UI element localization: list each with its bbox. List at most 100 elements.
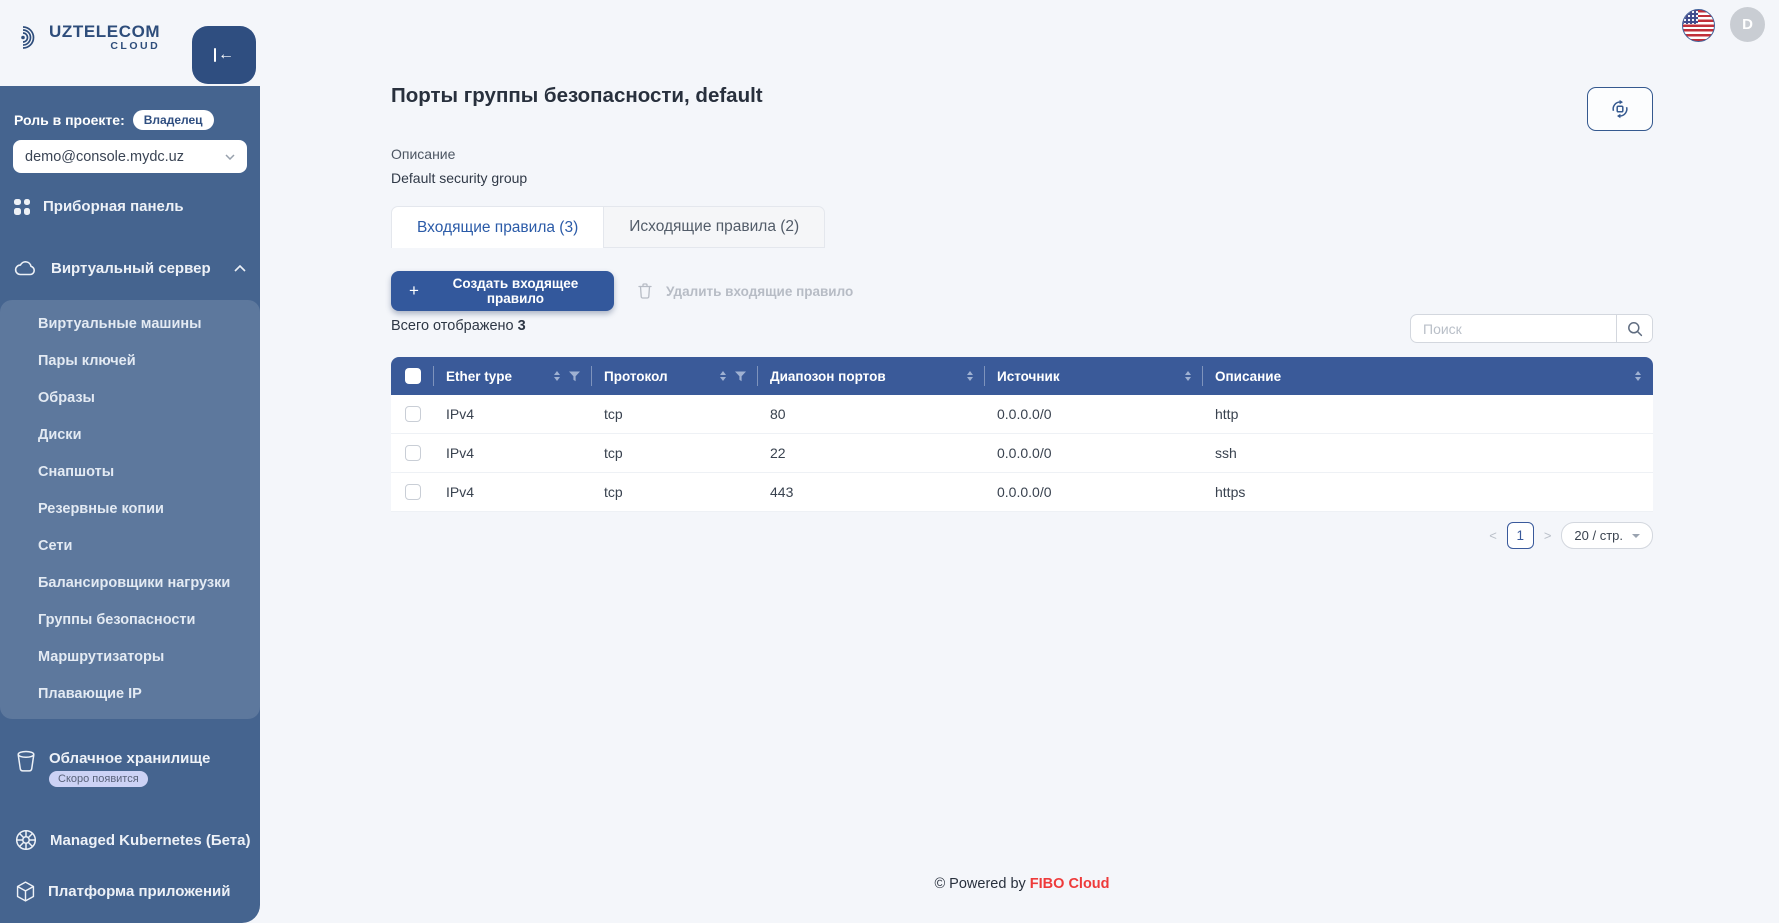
sidebar-item-label: Платформа приложений (48, 883, 230, 900)
page-title: Порты группы безопасности, default (391, 84, 763, 108)
tab-incoming-rules[interactable]: Входящие правила (3) (391, 206, 604, 248)
filter-icon[interactable] (569, 371, 580, 382)
refresh-button[interactable] (1587, 87, 1653, 131)
plus-icon: + (409, 281, 419, 301)
rules-tabs: Входящие правила (3) Исходящие правила (… (391, 206, 825, 248)
table-row: IPv4 tcp 80 0.0.0.0/0 http (391, 395, 1653, 434)
uztelecom-logo: UZTELECOM CLOUD (16, 22, 160, 52)
cell-source: 0.0.0.0/0 (985, 434, 1203, 472)
project-role-row: Роль в проекте: Владелец (14, 110, 214, 130)
role-badge: Владелец (133, 110, 214, 130)
brand-name: UZTELECOM (49, 22, 160, 42)
sidebar-item-images[interactable]: Образы (0, 380, 260, 417)
sidebar-item-load-balancers[interactable]: Балансировщики нагрузки (0, 565, 260, 602)
tab-outgoing-rules[interactable]: Исходящие правила (2) (604, 206, 825, 248)
sidebar-item-backups[interactable]: Резервные копии (0, 491, 260, 528)
refresh-icon (1608, 97, 1632, 121)
sort-icon[interactable] (967, 371, 973, 382)
logo-area: UZTELECOM CLOUD ← (0, 0, 260, 86)
table-row: IPv4 tcp 22 0.0.0.0/0 ssh (391, 434, 1653, 473)
sidebar-item-kubernetes[interactable]: Managed Kubernetes (Бета) (14, 828, 250, 852)
role-label: Роль в проекте: (14, 112, 125, 128)
row-checkbox[interactable] (405, 406, 421, 422)
pagination-next-icon[interactable]: > (1544, 528, 1552, 543)
cell-protocol: tcp (592, 395, 758, 433)
cell-port-range: 80 (758, 395, 985, 433)
cell-description: ssh (1203, 434, 1653, 472)
select-all-checkbox[interactable] (405, 368, 421, 384)
column-description: Описание (1215, 369, 1281, 384)
chevron-up-icon (234, 265, 246, 272)
trash-icon (638, 283, 652, 299)
search-button[interactable] (1616, 315, 1652, 342)
footer: © Powered by FIBO Cloud (391, 876, 1653, 892)
sidebar-item-networks[interactable]: Сети (0, 528, 260, 565)
column-ether-type: Ether type (446, 369, 512, 384)
sidebar-item-label: Облачное хранилище (49, 750, 210, 767)
dashboard-grid-icon (14, 199, 30, 215)
collapse-icon: ← (214, 47, 234, 63)
sidebar-item-floating-ip[interactable]: Плавающие IP (0, 676, 260, 713)
cell-ether-type: IPv4 (434, 434, 592, 472)
pagination-prev-icon[interactable]: < (1489, 528, 1497, 543)
cell-port-range: 22 (758, 434, 985, 472)
sort-icon[interactable] (720, 371, 726, 382)
column-port-range: Диапозон портов (770, 369, 886, 384)
sidebar-item-disks[interactable]: Диски (0, 417, 260, 454)
column-protocol: Протокол (604, 369, 668, 384)
cell-port-range: 443 (758, 473, 985, 511)
cell-ether-type: IPv4 (434, 395, 592, 433)
coming-soon-badge: Скоро появится (49, 771, 148, 787)
sidebar-item-app-platform[interactable]: Платформа приложений (15, 880, 230, 903)
rules-table: Ether type Протокол Диапозон портов Исто… (391, 357, 1653, 512)
filter-icon[interactable] (735, 371, 746, 382)
cell-ether-type: IPv4 (434, 473, 592, 511)
kubernetes-wheel-icon (14, 828, 38, 852)
total-shown: Всего отображено 3 (391, 318, 526, 334)
cell-description: http (1203, 395, 1653, 433)
cube-icon (15, 880, 36, 903)
description-label: Описание (391, 146, 455, 162)
cell-source: 0.0.0.0/0 (985, 395, 1203, 433)
sidebar-item-virtual-server[interactable]: Виртуальный сервер (14, 260, 246, 277)
sidebar-item-cloud-storage[interactable]: Облачное хранилище Скоро появится (16, 750, 210, 787)
row-checkbox[interactable] (405, 445, 421, 461)
sidebar-item-snapshots[interactable]: Снапшоты (0, 454, 260, 491)
cell-description: https (1203, 473, 1653, 511)
pagination-page-1[interactable]: 1 (1507, 522, 1534, 549)
sidebar-item-label: Приборная панель (43, 198, 184, 215)
chevron-down-icon (225, 154, 235, 160)
footer-text: © Powered by (934, 876, 1029, 892)
soundwave-logo-icon (16, 24, 43, 51)
sidebar-item-label: Managed Kubernetes (Бета) (50, 832, 250, 849)
row-checkbox[interactable] (405, 484, 421, 500)
footer-brand-link[interactable]: FIBO Cloud (1030, 876, 1110, 892)
sidebar-item-virtual-machines[interactable]: Виртуальные машины (0, 306, 260, 343)
search-box (1410, 314, 1653, 343)
chevron-down-icon (1632, 534, 1640, 538)
sort-icon[interactable] (1635, 371, 1641, 382)
sidebar-item-routers[interactable]: Маршрутизаторы (0, 639, 260, 676)
sidebar: UZTELECOM CLOUD ← Роль в проекте: Владел… (0, 0, 260, 923)
description-value: Default security group (391, 170, 527, 186)
virtual-server-submenu: Виртуальные машины Пары ключей Образы Ди… (0, 300, 260, 719)
total-count: 3 (518, 318, 526, 334)
create-rule-button[interactable]: + Создать входящее правило (391, 271, 614, 311)
search-icon (1627, 321, 1643, 337)
sidebar-collapse-button[interactable]: ← (192, 26, 256, 84)
sidebar-item-label: Виртуальный сервер (51, 260, 221, 277)
table-header: Ether type Протокол Диапозон портов Исто… (391, 357, 1653, 395)
sort-icon[interactable] (554, 371, 560, 382)
search-input[interactable] (1411, 315, 1616, 342)
main-content: Порты группы безопасности, default Описа… (260, 0, 1779, 923)
table-row: IPv4 tcp 443 0.0.0.0/0 https (391, 473, 1653, 512)
sidebar-item-key-pairs[interactable]: Пары ключей (0, 343, 260, 380)
sidebar-item-security-groups[interactable]: Группы безопасности (0, 602, 260, 639)
delete-rule-button[interactable]: Удалить входящие правило (638, 271, 853, 311)
project-select[interactable]: demo@console.mydc.uz (13, 140, 247, 173)
page-size-select[interactable]: 20 / стр. (1561, 522, 1653, 549)
bucket-icon (16, 750, 36, 773)
sidebar-item-dashboard[interactable]: Приборная панель (14, 198, 246, 215)
project-select-value: demo@console.mydc.uz (25, 149, 184, 165)
sort-icon[interactable] (1185, 371, 1191, 382)
